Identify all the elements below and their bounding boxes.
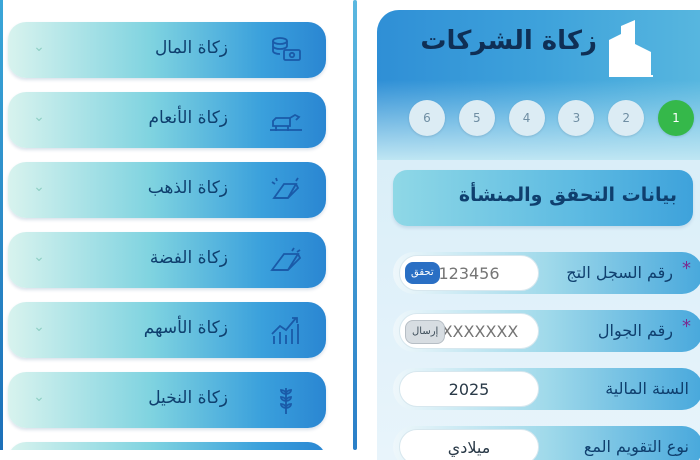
registry-number-field: * رقم السجل التج تحقق xyxy=(393,252,700,294)
zakat-item-label: زكاة الأنعام xyxy=(148,108,228,128)
company-zakat-screen: زكاة الشركات 6 5 4 3 2 1 بيانات التحقق و… xyxy=(377,10,700,460)
zakat-item-label: زكاة الفضة xyxy=(149,248,228,268)
step-3[interactable]: 3 xyxy=(558,100,595,136)
send-button[interactable]: إرسال xyxy=(405,320,446,344)
zakat-types-screen: ⌄ زكاة المال ⌄ زكاة الأنعام ⌄ زكاة الذهب… xyxy=(0,0,340,450)
zakat-item-label: زكاة الأسهم xyxy=(143,318,228,338)
required-asterisk: * xyxy=(682,316,691,337)
step-6[interactable]: 6 xyxy=(409,100,445,136)
fiscal-year-input[interactable] xyxy=(399,371,539,407)
step-2[interactable]: 2 xyxy=(608,100,645,136)
zakat-item-label: زكاة النخيل xyxy=(148,388,228,408)
chevron-down-icon: ⌄ xyxy=(33,39,45,55)
building-icon xyxy=(605,20,655,78)
zakat-item-livestock[interactable]: ⌄ زكاة الأنعام xyxy=(8,92,326,148)
silver-bar-icon xyxy=(268,244,304,276)
zakat-item-silver[interactable]: ⌄ زكاة الفضة xyxy=(8,232,326,288)
fiscal-year-label: السنة المالية xyxy=(605,379,689,398)
section-header: بيانات التحقق والمنشأة xyxy=(393,170,693,226)
zakat-item-label: زكاة المال xyxy=(154,38,228,58)
wheat-icon xyxy=(268,384,304,416)
section-title: بيانات التحقق والمنشأة xyxy=(458,184,677,206)
zakat-item-palms[interactable]: ⌄ زكاة النخيل xyxy=(8,372,326,428)
calendar-type-label: نوع التقويم المع xyxy=(583,437,689,456)
fiscal-year-field: السنة المالية xyxy=(393,368,700,410)
screen-divider xyxy=(340,0,360,450)
step-4[interactable]: 4 xyxy=(508,100,545,136)
page-title: زكاة الشركات xyxy=(420,26,597,56)
zakat-item-gold[interactable]: ⌄ زكاة الذهب xyxy=(8,162,326,218)
stocks-chart-icon xyxy=(268,314,304,346)
gold-bar-icon xyxy=(268,174,304,206)
zakat-item-stocks[interactable]: ⌄ زكاة الأسهم xyxy=(8,302,326,358)
step-5[interactable]: 5 xyxy=(458,100,495,136)
zakat-item-partial[interactable] xyxy=(8,442,326,450)
step-1-active[interactable]: 1 xyxy=(657,100,694,136)
calendar-type-field: نوع التقويم المع xyxy=(393,426,700,460)
chevron-down-icon: ⌄ xyxy=(33,109,45,125)
zakat-item-label: زكاة الذهب xyxy=(147,178,228,198)
money-stack-icon xyxy=(268,34,304,66)
verify-button[interactable]: تحقق xyxy=(405,262,440,284)
zakat-types-list: ⌄ زكاة المال ⌄ زكاة الأنعام ⌄ زكاة الذهب… xyxy=(8,22,326,450)
registry-number-label: رقم السجل التج xyxy=(566,263,673,282)
required-asterisk: * xyxy=(682,258,691,279)
mobile-number-label: رقم الجوال xyxy=(597,321,673,340)
chevron-down-icon: ⌄ xyxy=(33,179,45,195)
step-indicator: 6 5 4 3 2 1 xyxy=(409,100,694,138)
zakat-item-money[interactable]: ⌄ زكاة المال xyxy=(8,22,326,78)
calendar-type-select[interactable] xyxy=(399,429,539,460)
chevron-down-icon: ⌄ xyxy=(33,249,45,265)
livestock-icon xyxy=(268,104,304,136)
mobile-number-field: * رقم الجوال إرسال xyxy=(393,310,700,352)
chevron-down-icon: ⌄ xyxy=(33,319,45,335)
chevron-down-icon: ⌄ xyxy=(33,389,45,405)
